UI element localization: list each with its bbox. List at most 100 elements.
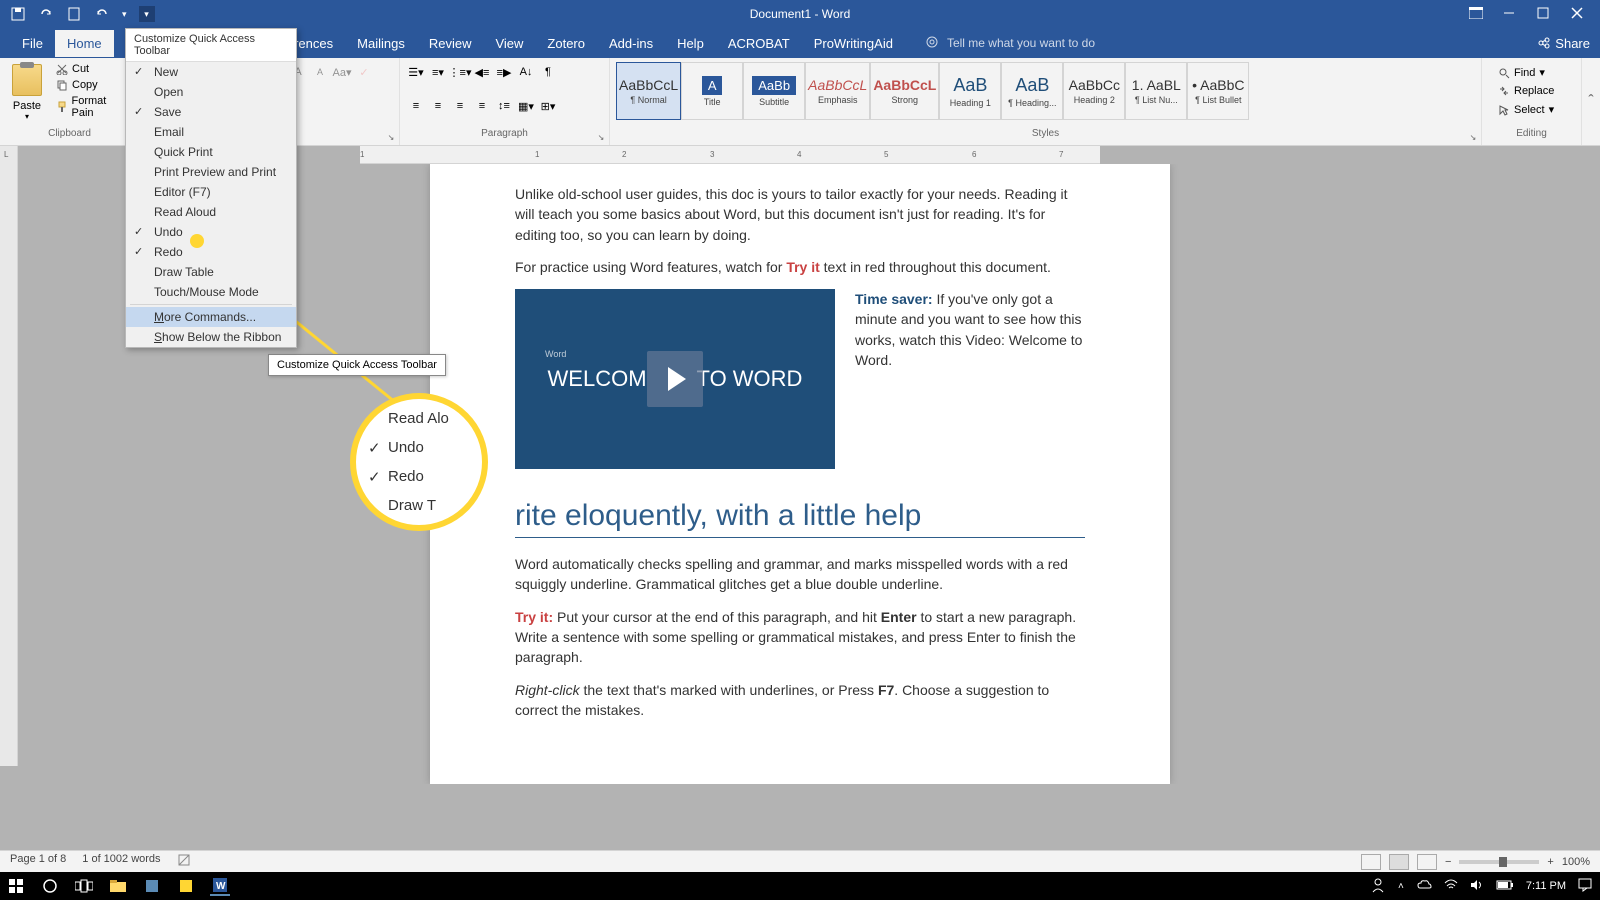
find-button[interactable]: Find ▾	[1496, 64, 1567, 81]
qat-item-quick-print[interactable]: Quick Print	[126, 142, 296, 162]
increase-indent-button[interactable]: ≡▶	[494, 62, 514, 82]
status-page[interactable]: Page 1 of 8	[10, 853, 66, 870]
qat-item-touch-mouse-mode[interactable]: Touch/Mouse Mode	[126, 282, 296, 302]
style-strong[interactable]: AaBbCcLStrong	[870, 62, 939, 120]
style---list-bullet[interactable]: • AaBbC¶ List Bullet	[1187, 62, 1249, 120]
tab-help[interactable]: Help	[665, 30, 716, 57]
font-dialog-launcher[interactable]: ↘	[385, 131, 397, 143]
copy-button[interactable]: Copy	[52, 78, 133, 92]
start-button[interactable]	[6, 876, 26, 896]
tray-wifi-icon[interactable]	[1444, 879, 1458, 894]
collapse-ribbon-button[interactable]: ˆ	[1582, 58, 1600, 145]
select-button[interactable]: Select ▾	[1496, 101, 1567, 118]
redo-icon[interactable]	[38, 6, 54, 22]
style-title[interactable]: ATitle	[681, 62, 743, 120]
play-icon[interactable]	[647, 351, 703, 407]
qat-item-read-aloud[interactable]: Read Aloud	[126, 202, 296, 222]
share-button[interactable]: Share	[1537, 36, 1590, 51]
tab-view[interactable]: View	[483, 30, 535, 57]
sort-button[interactable]: A↓	[516, 62, 536, 82]
document-page[interactable]: Unlike old-school user guides, this doc …	[430, 164, 1170, 784]
qat-item-new[interactable]: New	[126, 62, 296, 82]
minimize-icon[interactable]	[1503, 7, 1517, 21]
style---heading---[interactable]: AaB¶ Heading...	[1001, 62, 1063, 120]
replace-button[interactable]: Replace	[1496, 83, 1567, 99]
qat-item-redo[interactable]: Redo	[126, 242, 296, 262]
paste-button[interactable]: Paste ▾	[6, 62, 48, 123]
qat-item-print-preview-and-print[interactable]: Print Preview and Print	[126, 162, 296, 182]
tab-review[interactable]: Review	[417, 30, 484, 57]
style---normal[interactable]: AaBbCcL¶ Normal	[616, 62, 681, 120]
shading-button[interactable]: ▦▾	[516, 96, 536, 116]
status-proofing-icon[interactable]	[177, 853, 191, 870]
cortana-icon[interactable]	[40, 876, 60, 896]
zoom-in-button[interactable]: +	[1547, 856, 1553, 868]
tray-volume-icon[interactable]	[1470, 879, 1484, 894]
web-layout-button[interactable]	[1417, 854, 1437, 870]
save-icon[interactable]	[10, 6, 26, 22]
align-right-button[interactable]: ≡	[450, 96, 470, 116]
align-left-button[interactable]: ≡	[406, 96, 426, 116]
close-icon[interactable]	[1571, 7, 1585, 21]
tray-cloud-icon[interactable]	[1416, 879, 1432, 894]
tray-battery-icon[interactable]	[1496, 880, 1514, 893]
line-spacing-button[interactable]: ↕≡	[494, 96, 514, 116]
video-thumbnail[interactable]: Word WELCOM TO WORD	[515, 289, 835, 469]
justify-button[interactable]: ≡	[472, 96, 492, 116]
read-mode-button[interactable]	[1361, 854, 1381, 870]
cut-button[interactable]: Cut	[52, 62, 133, 76]
multilevel-button[interactable]: ⋮≡▾	[450, 62, 470, 82]
style-heading-2[interactable]: AaBbCcHeading 2	[1063, 62, 1125, 120]
tab-zotero[interactable]: Zotero	[535, 30, 597, 57]
taskbar-word-icon[interactable]: W	[210, 876, 230, 896]
status-words[interactable]: 1 of 1002 words	[82, 853, 160, 870]
maximize-icon[interactable]	[1537, 7, 1551, 21]
undo-dropdown[interactable]: ▾	[122, 9, 127, 20]
tray-up-icon[interactable]: ˄	[1398, 881, 1404, 892]
qat-item-save[interactable]: Save	[126, 102, 296, 122]
qat-item-undo[interactable]: Undo	[126, 222, 296, 242]
qat-customize-dropdown[interactable]: ▾	[139, 6, 155, 22]
align-center-button[interactable]: ≡	[428, 96, 448, 116]
style-subtitle[interactable]: AaBbSubtitle	[743, 62, 805, 120]
qat-more-commands[interactable]: More Commands...	[126, 307, 296, 327]
notification-icon[interactable]	[1578, 878, 1592, 895]
taskbar-app-1[interactable]	[142, 876, 162, 896]
borders-button[interactable]: ⊞▾	[538, 96, 558, 116]
tell-me-search[interactable]: Tell me what you want to do	[925, 35, 1095, 51]
format-painter-button[interactable]: Format Pain	[52, 94, 133, 120]
print-layout-button[interactable]	[1389, 854, 1409, 870]
taskbar-app-2[interactable]	[176, 876, 196, 896]
paragraph-dialog-launcher[interactable]: ↘	[595, 131, 607, 143]
file-explorer-icon[interactable]	[108, 876, 128, 896]
styles-dialog-launcher[interactable]: ↘	[1467, 131, 1479, 143]
ribbon-display-icon[interactable]	[1469, 7, 1483, 21]
tab-file[interactable]: File	[10, 30, 55, 57]
tab-addins[interactable]: Add-ins	[597, 30, 665, 57]
qat-item-editor--f7-[interactable]: Editor (F7)	[126, 182, 296, 202]
decrease-indent-button[interactable]: ◀≡	[472, 62, 492, 82]
style-heading-1[interactable]: AaBHeading 1	[939, 62, 1001, 120]
style-emphasis[interactable]: AaBbCcLEmphasis	[805, 62, 870, 120]
tab-prowritingaid[interactable]: ProWritingAid	[802, 30, 905, 57]
tab-home[interactable]: Home	[55, 30, 114, 57]
qat-show-below[interactable]: Show Below the Ribbon	[126, 327, 296, 347]
show-marks-button[interactable]: ¶	[538, 62, 558, 82]
zoom-level[interactable]: 100%	[1562, 856, 1590, 868]
style---list-nu---[interactable]: 1. AaBL¶ List Nu...	[1125, 62, 1187, 120]
qat-item-open[interactable]: Open	[126, 82, 296, 102]
tab-mailings[interactable]: Mailings	[345, 30, 417, 57]
tab-acrobat[interactable]: ACROBAT	[716, 30, 802, 57]
tray-clock[interactable]: 7:11 PM	[1526, 880, 1566, 892]
task-view-icon[interactable]	[74, 876, 94, 896]
qat-item-email[interactable]: Email	[126, 122, 296, 142]
horizontal-ruler[interactable]: 1 1 2 3 4 5 6 7	[360, 146, 1100, 164]
zoom-slider[interactable]	[1459, 860, 1539, 864]
bullets-button[interactable]: ☰▾	[406, 62, 426, 82]
undo-icon[interactable]	[94, 6, 110, 22]
qat-item-draw-table[interactable]: Draw Table	[126, 262, 296, 282]
zoom-out-button[interactable]: −	[1445, 856, 1451, 868]
people-icon[interactable]	[1370, 877, 1386, 896]
numbering-button[interactable]: ≡▾	[428, 62, 448, 82]
new-icon[interactable]	[66, 6, 82, 22]
